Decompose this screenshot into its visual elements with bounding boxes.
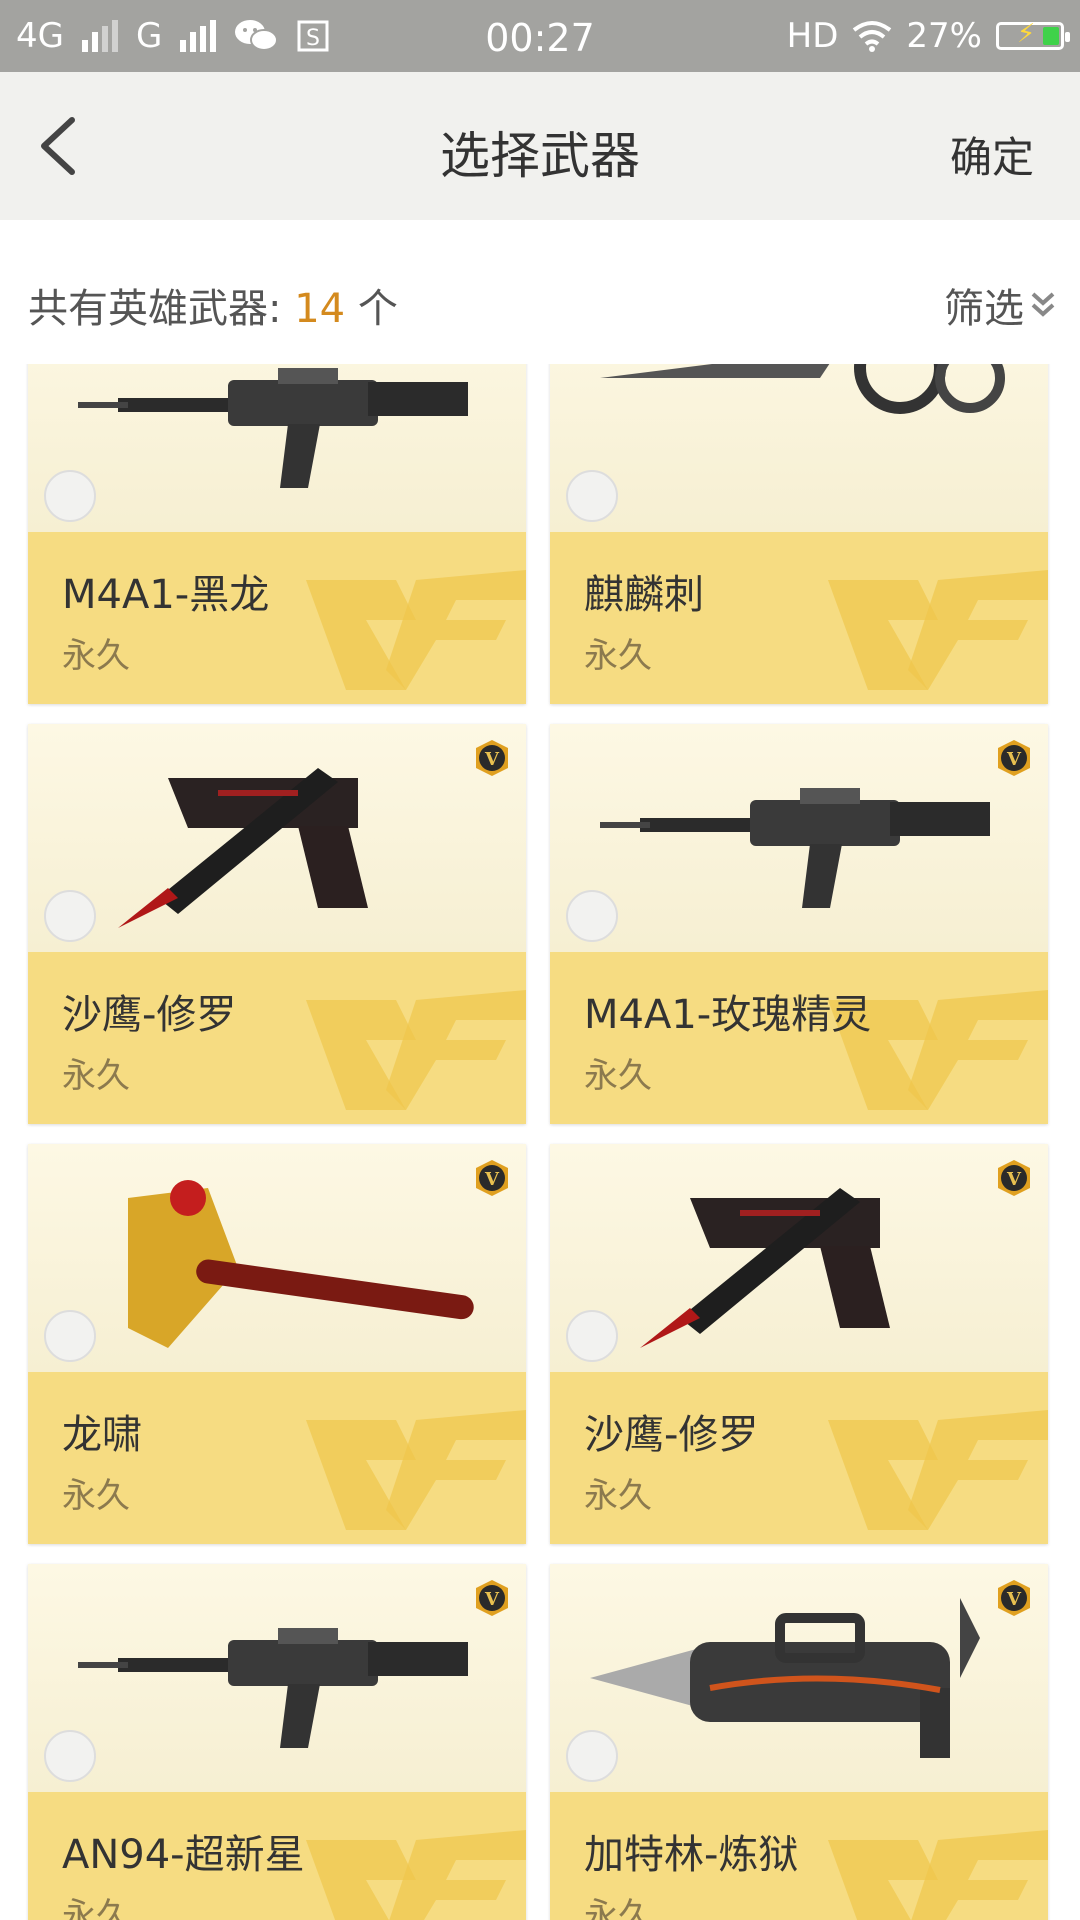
nav-header: 选择武器 确定 — [0, 72, 1080, 220]
weapon-info: M4A1-黑龙永久 — [28, 532, 526, 704]
filter-label: 筛选 — [944, 286, 1024, 332]
cf-logo-icon — [828, 1830, 1048, 1920]
vip-badge-icon: V — [476, 1160, 508, 1196]
weapon-duration: 永久 — [584, 636, 652, 676]
select-radio[interactable] — [44, 890, 96, 942]
weapon-name: AN94-超新星 — [62, 1832, 305, 1878]
weapon-name: 沙鹰-修罗 — [62, 992, 237, 1038]
weapon-card[interactable]: V 沙鹰-修罗永久 — [28, 724, 526, 1124]
confirm-button[interactable]: 确定 — [950, 124, 1034, 185]
weapon-image-area — [550, 364, 1048, 532]
weapon-card[interactable]: V 沙鹰-修罗永久 — [550, 1144, 1048, 1544]
battery-percent: 27% — [906, 16, 982, 56]
select-radio[interactable] — [566, 1730, 618, 1782]
chevron-double-down-icon — [1031, 292, 1055, 317]
weapon-grid[interactable]: M4A1-黑龙 永久 麒麟刺 永久 V 沙鹰-修罗 永久 V M4A1-玫瑰精灵 永久 V 龙啸 永久 V… — [0, 364, 1080, 1920]
weapon-count-value: 14 — [294, 286, 346, 332]
page-title: 选择武器 — [440, 127, 640, 185]
status-right: HD 27% ⚡ — [786, 16, 1070, 56]
battery-icon: ⚡ — [996, 19, 1070, 50]
select-radio[interactable] — [44, 1310, 96, 1362]
weapon-duration: 永久 — [62, 636, 130, 676]
weapon-duration: 永久 — [62, 1056, 130, 1096]
weapon-image-area: V — [28, 724, 526, 952]
weapon-duration: 永久 — [584, 1896, 652, 1920]
weapon-info: 加特林-炼狱永久 — [550, 1792, 1048, 1920]
weapon-card[interactable]: V M4A1-玫瑰精灵永久 — [550, 724, 1048, 1124]
weapon-image-area: V — [550, 1564, 1048, 1792]
select-radio[interactable] — [44, 470, 96, 522]
weapon-name: 龙啸 — [62, 1412, 142, 1458]
status-bar: 4G G S 00:27 HD 27% ⚡ — [0, 0, 1080, 72]
vip-badge-icon: V — [476, 1580, 508, 1616]
vip-badge-icon: V — [476, 740, 508, 776]
vip-badge-icon: V — [998, 1160, 1030, 1196]
cf-logo-icon — [306, 1830, 526, 1920]
weapon-info: 龙啸 永久 — [28, 1372, 526, 1544]
svg-text:V: V — [484, 749, 500, 770]
svg-text:V: V — [1006, 1169, 1022, 1190]
weapon-image-area: V — [28, 1564, 526, 1792]
weapon-duration: 永久 — [584, 1476, 652, 1516]
weapon-info: M4A1-玫瑰精灵永久 — [550, 952, 1048, 1124]
weapon-image-area: V — [28, 1144, 526, 1372]
select-radio[interactable] — [566, 1310, 618, 1362]
filter-button[interactable]: 筛选 — [944, 276, 1056, 334]
weapon-info: 麒麟刺 永久 — [550, 532, 1048, 704]
weapon-card[interactable]: V 加特林-炼狱永久 — [550, 1564, 1048, 1920]
weapon-duration: 永久 — [62, 1476, 130, 1516]
svg-text:V: V — [1006, 749, 1022, 770]
cf-logo-icon — [306, 570, 526, 690]
cf-logo-icon — [306, 1410, 526, 1530]
weapon-image-area — [28, 364, 526, 532]
weapon-card[interactable]: V AN94-超新星永久 — [28, 1564, 526, 1920]
weapon-info: AN94-超新星永久 — [28, 1792, 526, 1920]
weapon-image-area: V — [550, 1144, 1048, 1372]
weapon-name: M4A1-黑龙 — [62, 572, 270, 618]
weapon-name: M4A1-玫瑰精灵 — [584, 992, 872, 1038]
weapon-duration: 永久 — [584, 1056, 652, 1096]
weapon-count-label: 共有英雄武器: — [28, 286, 282, 332]
weapon-name: 麒麟刺 — [584, 572, 704, 618]
weapon-duration: 永久 — [62, 1896, 130, 1920]
select-radio[interactable] — [566, 890, 618, 942]
svg-text:V: V — [484, 1589, 500, 1610]
weapon-info: 沙鹰-修罗永久 — [28, 952, 526, 1124]
select-radio[interactable] — [44, 1730, 96, 1782]
vip-badge-icon: V — [998, 740, 1030, 776]
weapon-card[interactable]: 麒麟刺 永久 — [550, 364, 1048, 704]
hd-indicator: HD — [786, 16, 839, 56]
cf-logo-icon — [828, 570, 1048, 690]
summary-bar: 共有英雄武器: 14 个 筛选 — [0, 220, 1080, 364]
weapon-count-unit: 个 — [357, 286, 398, 332]
vip-badge-icon: V — [998, 1580, 1030, 1616]
cf-logo-icon — [306, 990, 526, 1110]
cf-logo-icon — [828, 1410, 1048, 1530]
weapon-info: 沙鹰-修罗永久 — [550, 1372, 1048, 1544]
weapon-count-text: 共有英雄武器: 14 个 — [28, 276, 398, 334]
select-radio[interactable] — [566, 470, 618, 522]
wifi-icon — [853, 21, 892, 52]
weapon-name: 沙鹰-修罗 — [584, 1412, 759, 1458]
weapon-name: 加特林-炼狱 — [584, 1832, 799, 1878]
svg-text:V: V — [1006, 1589, 1022, 1610]
weapon-card[interactable]: V 龙啸永久 — [28, 1144, 526, 1544]
weapon-card[interactable]: M4A1-黑龙永久 — [28, 364, 526, 704]
svg-text:V: V — [484, 1169, 500, 1190]
weapon-image-area: V — [550, 724, 1048, 952]
